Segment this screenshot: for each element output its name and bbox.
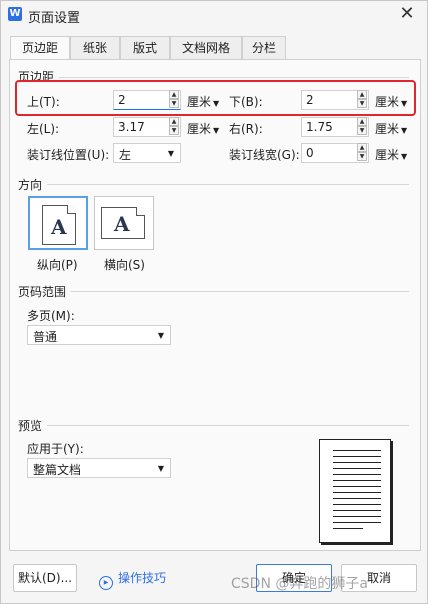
chevron-down-icon: ▼: [401, 126, 408, 135]
gutter-width-label: 装订线宽(G):: [229, 148, 300, 162]
page-range-divider: [71, 291, 409, 292]
right-margin-unit[interactable]: 厘米 ▼: [375, 120, 407, 137]
portrait-option[interactable]: A: [28, 196, 88, 250]
page-setup-dialog: W 页面设置 ✕ 页边距 纸张 版式 文档网格 分栏 页边距 上(T): 2 ▲…: [0, 0, 428, 604]
margins-divider: [59, 77, 409, 78]
page-range-group-title: 页码范围: [18, 285, 67, 299]
csdn-watermark: CSDN @奔跑的狮子a: [231, 576, 368, 592]
gutter-width-stepper[interactable]: ▲ ▼: [357, 143, 369, 163]
default-button[interactable]: 默认(D)...: [13, 564, 77, 592]
left-margin-unit[interactable]: 厘米 ▼: [187, 120, 219, 137]
preview-divider: [47, 425, 409, 426]
left-margin-input[interactable]: 3.17 ▲ ▼: [113, 117, 181, 137]
annotation-highlight-box: [15, 80, 416, 116]
close-icon[interactable]: ✕: [397, 4, 417, 24]
orientation-group-title: 方向: [18, 178, 43, 192]
right-margin-label: 右(R):: [229, 122, 263, 136]
apply-to-label: 应用于(Y):: [27, 442, 84, 456]
multiple-pages-select[interactable]: 普通 ▼: [27, 325, 171, 345]
tab-paper[interactable]: 纸张: [70, 36, 120, 60]
orientation-divider: [47, 184, 409, 185]
landscape-page-icon: A: [101, 207, 145, 239]
tab-margins[interactable]: 页边距: [10, 36, 70, 61]
landscape-option[interactable]: A: [94, 196, 154, 250]
right-margin-input[interactable]: 1.75 ▲ ▼: [301, 117, 369, 137]
title-bar: W 页面设置 ✕: [1, 1, 427, 29]
tips-link[interactable]: ▶ 操作技巧: [99, 569, 166, 590]
tab-layout[interactable]: 版式: [120, 36, 170, 60]
multiple-pages-label: 多页(M):: [27, 309, 75, 323]
gutter-position-label: 装订线位置(U):: [27, 148, 110, 162]
gutter-width-input[interactable]: 0 ▲ ▼: [301, 143, 369, 163]
preview-group-title: 预览: [18, 419, 43, 433]
dialog-title: 页面设置: [28, 11, 81, 26]
play-circle-icon: ▶: [99, 576, 113, 590]
chevron-down-icon: ▼: [401, 152, 408, 161]
chevron-down-icon: ▼: [157, 464, 164, 473]
apply-to-select[interactable]: 整篇文档 ▼: [27, 458, 171, 478]
portrait-label[interactable]: 纵向(P): [37, 256, 78, 273]
chevron-down-icon: ▼: [157, 331, 164, 340]
landscape-label[interactable]: 横向(S): [104, 256, 145, 273]
left-margin-stepper[interactable]: ▲ ▼: [169, 117, 181, 137]
right-margin-stepper[interactable]: ▲ ▼: [357, 117, 369, 137]
tab-columns[interactable]: 分栏: [242, 36, 286, 60]
chevron-down-icon: ▼: [213, 126, 220, 135]
tab-document-grid[interactable]: 文档网格: [170, 36, 242, 60]
wps-writer-icon: W: [8, 7, 22, 21]
preview-page-thumbnail: [319, 439, 391, 543]
portrait-page-icon: A: [42, 205, 76, 245]
gutter-position-select[interactable]: 左 ▼: [113, 143, 181, 163]
chevron-down-icon: ▼: [167, 149, 174, 158]
gutter-width-unit[interactable]: 厘米 ▼: [375, 146, 407, 163]
left-margin-label: 左(L):: [27, 122, 60, 136]
